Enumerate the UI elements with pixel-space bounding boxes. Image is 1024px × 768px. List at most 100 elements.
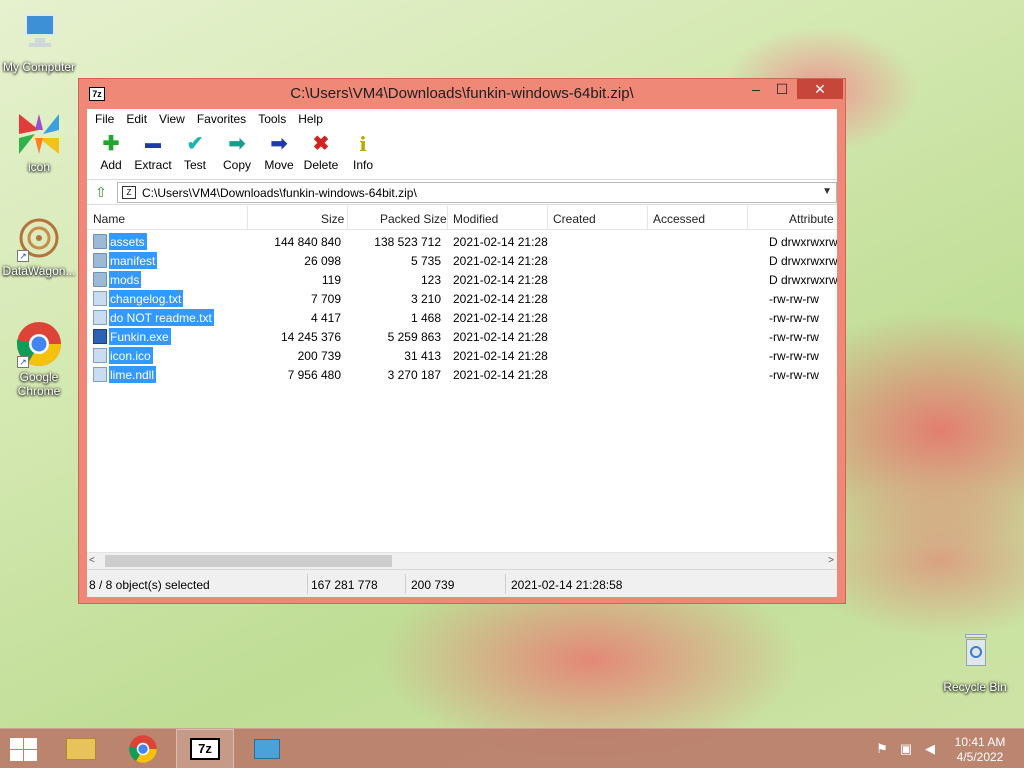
minimize-button[interactable]: – (743, 79, 769, 99)
column-divider[interactable] (547, 206, 548, 229)
file-row[interactable]: mods 119 123 2021-02-14 21:28 D drwxrwxrw (87, 270, 837, 289)
move-arrow-icon: ➡ (270, 133, 288, 155)
file-row[interactable]: do NOT readme.txt 4 417 1 468 2021-02-14 21… (87, 308, 837, 327)
menu-edit[interactable]: Edit (120, 109, 153, 129)
file-name: do NOT readme.txt (109, 309, 214, 326)
start-button[interactable] (8, 737, 38, 761)
info-button[interactable]: i Info (342, 129, 384, 179)
file-name: manifest (109, 252, 158, 269)
column-header-packed-size[interactable]: Packed Size (380, 212, 447, 226)
extract-button[interactable]: ▬ Extract (132, 129, 174, 179)
file-packed: 123 (420, 273, 441, 287)
desktop-icon-my-computer[interactable]: My Computer (0, 10, 78, 74)
menu-favorites[interactable]: Favorites (191, 109, 252, 129)
file-modified: 2021-02-14 21:28 (453, 311, 548, 325)
taskbar-installer[interactable] (238, 729, 296, 768)
file-size: 4 417 (310, 311, 341, 325)
column-header-row: Name Size Packed Size Modified Created A… (87, 206, 837, 230)
file-attr: -rw-rw-rw (769, 368, 819, 382)
network-icon[interactable]: ▣ (898, 741, 914, 757)
file-size: 7 709 (310, 292, 341, 306)
maximize-button[interactable]: ☐ (769, 79, 795, 99)
taskbar-7zip[interactable]: 7z (176, 729, 234, 768)
column-divider[interactable] (247, 206, 248, 229)
file-row[interactable]: icon.ico 200 739 31 413 2021-02-14 21:28 -rw… (87, 346, 837, 365)
file-modified: 2021-02-14 21:28 (453, 368, 548, 382)
column-header-accessed[interactable]: Accessed (653, 212, 705, 226)
folder-icon (93, 253, 107, 268)
file-size: 200 739 (297, 349, 341, 363)
move-button-label: Move (264, 158, 294, 172)
menu-view[interactable]: View (153, 109, 191, 129)
taskbar-chrome[interactable] (114, 729, 172, 768)
scroll-right-arrow-icon[interactable]: > (828, 555, 834, 566)
clock-date: 4/5/2022 (956, 750, 1004, 764)
window-title: C:\Users\VM4\Downloads\funkin-windows-64… (290, 85, 634, 102)
file-name: assets (109, 233, 147, 250)
move-button[interactable]: ➡ Move (258, 129, 300, 179)
info-icon: i (359, 132, 367, 156)
colorful-x-icon (15, 110, 63, 158)
shortcut-arrow-icon: ↗ (17, 356, 29, 368)
delete-button[interactable]: ✖ Delete (300, 129, 342, 179)
test-button[interactable]: ✔ Test (174, 129, 216, 179)
desktop-icon-google-chrome[interactable]: ↗ Google Chrome (0, 320, 78, 398)
desktop-icon-datawagon[interactable]: ↗ DataWagon... (0, 214, 78, 278)
menu-file[interactable]: File (89, 109, 120, 129)
close-button[interactable]: ✕ (797, 79, 843, 99)
7zip-icon: 7z (190, 738, 220, 760)
chrome-icon (129, 735, 157, 763)
file-size: 26 098 (304, 254, 341, 268)
datawagon-icon: ↗ (15, 214, 63, 262)
file-modified: 2021-02-14 21:28 (453, 349, 548, 363)
clock-time: 10:41 AM (954, 735, 1006, 749)
menu-help[interactable]: Help (292, 109, 329, 129)
delete-x-icon: ✖ (312, 133, 330, 155)
file-name: icon.ico (109, 347, 153, 364)
column-divider[interactable] (647, 206, 648, 229)
taskbar-file-explorer[interactable] (52, 729, 110, 768)
desktop-icon-label: Google Chrome (17, 370, 61, 398)
file-attr: -rw-rw-rw (769, 330, 819, 344)
copy-button[interactable]: ➡ Copy (216, 129, 258, 179)
taskbar-clock[interactable]: 10:41 AM 4/5/2022 (944, 735, 1016, 765)
address-bar[interactable]: Z C:\Users\VM4\Downloads\funkin-windows-… (117, 182, 837, 203)
volume-muted-icon[interactable]: ◀ (922, 741, 938, 757)
add-button-label: Add (100, 158, 122, 172)
recycle-bin-icon (951, 630, 999, 678)
file-icon (93, 367, 107, 382)
file-row[interactable]: manifest 26 098 5 735 2021-02-14 21:28 D drw… (87, 251, 837, 270)
column-header-modified[interactable]: Modified (453, 212, 498, 226)
file-row[interactable]: lime.ndll 7 956 480 3 270 187 2021-02-14 21… (87, 365, 837, 384)
file-packed: 3 270 187 (387, 368, 441, 382)
file-name: changelog.txt (109, 290, 184, 307)
column-divider[interactable] (747, 206, 748, 229)
checkmark-icon: ✔ (186, 133, 204, 155)
file-row[interactable]: assets 144 840 840 138 523 712 2021-02-14 2… (87, 232, 837, 251)
scrollbar-thumb[interactable] (105, 555, 392, 567)
desktop-icon-recycle-bin[interactable]: Recycle Bin (936, 630, 1014, 694)
up-folder-button[interactable]: ⇧ (92, 183, 110, 201)
status-selection-count: 8 / 8 object(s) selected (89, 578, 210, 592)
chevron-down-icon[interactable]: ▼ (822, 186, 832, 197)
column-header-name[interactable]: Name (93, 212, 125, 226)
file-packed: 5 735 (410, 254, 441, 268)
desktop-icon-label: DataWagon... (2, 264, 76, 278)
column-divider[interactable] (347, 206, 348, 229)
column-header-attributes[interactable]: Attribute (789, 212, 834, 226)
file-row[interactable]: Funkin.exe 14 245 376 5 259 863 2021-02-14 … (87, 327, 837, 346)
file-row[interactable]: changelog.txt 7 709 3 210 2021-02-14 21:28 -… (87, 289, 837, 308)
desktop-icon-icon[interactable]: icon (0, 110, 78, 174)
desktop-icon-label: My Computer (2, 60, 76, 74)
column-divider[interactable] (447, 206, 448, 229)
column-header-created[interactable]: Created (553, 212, 596, 226)
column-header-size[interactable]: Size (321, 212, 344, 226)
scroll-left-arrow-icon[interactable]: < (89, 555, 95, 566)
add-button[interactable]: ✚ Add (90, 129, 132, 179)
menu-tools[interactable]: Tools (252, 109, 292, 129)
folder-icon (93, 234, 107, 249)
horizontal-scrollbar[interactable]: < > (87, 552, 837, 569)
window-titlebar[interactable]: 7z C:\Users\VM4\Downloads\funkin-windows… (79, 79, 845, 109)
file-name: lime.ndll (109, 366, 157, 383)
action-center-flag-icon[interactable]: ⚑ (874, 741, 890, 757)
